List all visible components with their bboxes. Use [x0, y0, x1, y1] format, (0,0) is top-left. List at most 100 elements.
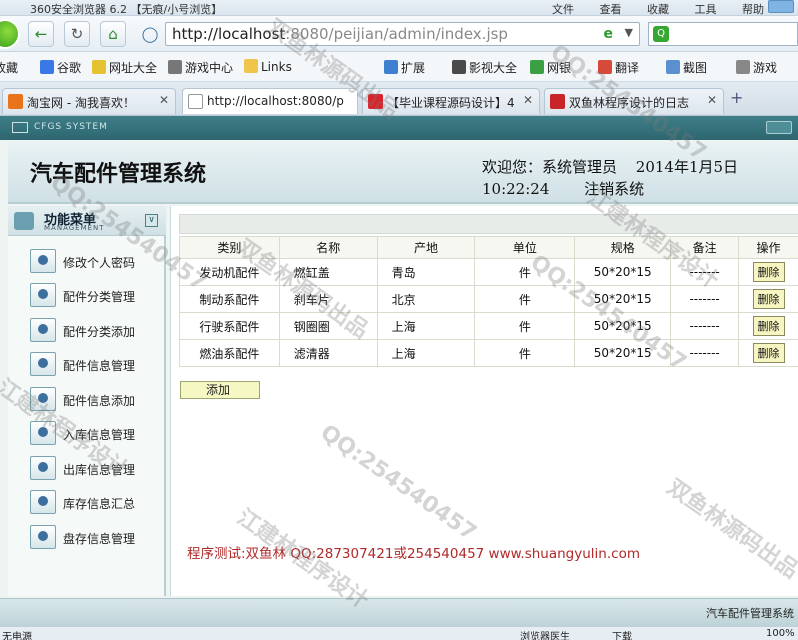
google-icon	[40, 60, 54, 74]
address-bar[interactable]: http://localhost:8080/peijian/admin/inde…	[165, 22, 640, 46]
bookmark-google[interactable]: 谷歌	[40, 59, 81, 76]
status-doctor[interactable]: 浏览器医生	[520, 628, 570, 640]
chevron-down-icon[interactable]: ▼	[625, 26, 633, 39]
blog-icon	[550, 94, 565, 109]
bookmark-screenshot[interactable]: 截图	[666, 59, 707, 76]
window-control-button[interactable]	[768, 0, 794, 13]
new-tab-icon[interactable]: +	[730, 88, 743, 107]
status-download[interactable]: 下载	[612, 628, 632, 640]
table-row: 燃油系配件 滤清器 上海 件 50*20*15 ------- 删除	[179, 339, 798, 367]
sidebar-item-inventory-summary[interactable]: 库存信息汇总	[8, 487, 166, 519]
table-row: 制动系配件 刹车片 北京 件 50*20*15 ------- 删除	[179, 285, 798, 313]
browser-navbar: ← ↻ ⌂ ◯ http://localhost:8080/peijian/ad…	[0, 16, 798, 52]
app-header: 汽车配件管理系统 欢迎您：系统管理员 2014年1月5日 10:22:24 注销…	[8, 142, 798, 204]
sidebar-item-stocktake[interactable]: 盘存信息管理	[8, 522, 166, 554]
date-text: 2014年1月5日	[635, 158, 739, 176]
bookmark-games[interactable]: 游戏中心	[168, 59, 233, 76]
bookmark-games2[interactable]: 游戏	[736, 59, 777, 76]
bookmark-links[interactable]: Links	[244, 59, 292, 74]
table-header-row: 类别 名称 产地 单位 规格 备注 操作	[179, 236, 798, 259]
tab-blog[interactable]: 双鱼林程序设计的日志 ✕	[544, 88, 724, 114]
bookmark-hao[interactable]: 网址大全	[92, 59, 157, 76]
bookmark-bank[interactable]: 网银	[530, 59, 571, 76]
back-arrow-icon: ←	[34, 25, 48, 43]
cell-category: 燃油系配件	[179, 339, 280, 367]
taobao-icon	[8, 94, 23, 109]
cell-unit: 件	[474, 285, 576, 313]
sidebar-item-stock-out[interactable]: 出库信息管理	[8, 453, 166, 485]
bookmark-translate[interactable]: 翻译	[598, 59, 639, 76]
browser-logo-icon	[0, 19, 20, 49]
collapse-icon[interactable]: ∨	[145, 214, 158, 227]
cell-note: -------	[670, 285, 740, 313]
user-icon	[30, 318, 56, 342]
browser-titlebar: 360安全浏览器 6.2 【无痕/小号浏览】 文件 查看 收藏 工具 帮助	[0, 0, 798, 16]
column-header: 单位	[474, 236, 576, 259]
footer-text: 汽车配件管理系统	[706, 607, 794, 620]
tab-biye[interactable]: 【毕业课程源码设计】4 ✕	[362, 88, 540, 114]
home-icon: ⌂	[108, 25, 118, 43]
app-window-button[interactable]	[766, 121, 792, 134]
menu-header-icon	[14, 212, 34, 230]
tab-localhost[interactable]: http://localhost:8080/p	[182, 88, 358, 114]
content-strip	[179, 214, 798, 234]
column-header: 产地	[376, 236, 476, 259]
back-button[interactable]: ←	[28, 21, 54, 47]
page-icon	[188, 94, 203, 109]
menu-file[interactable]: 文件	[552, 3, 574, 16]
tab-taobao[interactable]: 淘宝网 - 淘我喜欢！ ✕	[2, 88, 176, 114]
menu-help[interactable]: 帮助	[742, 3, 764, 16]
search-engine-icon[interactable]: Q	[653, 26, 669, 42]
status-zoom[interactable]: 100%	[766, 628, 795, 639]
bookmark-video[interactable]: 影视大全	[452, 59, 517, 76]
delete-button[interactable]: 删除	[752, 262, 785, 282]
time-text: 10:22:24	[482, 180, 550, 198]
cell-origin: 北京	[376, 285, 476, 313]
logout-link[interactable]: 注销系统	[584, 180, 644, 198]
sidebar: 功能菜单 MANAGEMENT ∨ 修改个人密码 配件分类管理 配件分类添加 配…	[8, 206, 166, 596]
sidebar-item-change-password[interactable]: 修改个人密码	[8, 246, 166, 278]
menu-favorites[interactable]: 收藏	[647, 3, 669, 16]
menu-view[interactable]: 查看	[600, 3, 622, 16]
close-icon[interactable]: ✕	[159, 93, 169, 107]
security-shield[interactable]: ◯	[137, 21, 163, 47]
cell-name: 燃缸盖	[278, 258, 378, 286]
sidebar-item-category-manage[interactable]: 配件分类管理	[8, 280, 166, 312]
home-button[interactable]: ⌂	[100, 21, 126, 47]
delete-button[interactable]: 删除	[752, 316, 785, 336]
close-icon[interactable]: ✕	[707, 93, 717, 107]
sidebar-item-stock-in[interactable]: 入库信息管理	[8, 418, 166, 450]
welcome-line: 欢迎您：系统管理员 2014年1月5日	[482, 156, 752, 177]
app-footer: 汽车配件管理系统	[0, 598, 798, 626]
user-icon	[30, 421, 56, 445]
bookmarks-bar: 收藏 谷歌 网址大全 游戏中心 Links 扩展 影视大全 网银 翻译 截图 游…	[0, 52, 798, 82]
add-button[interactable]: 添加	[180, 381, 260, 399]
ie-mode-icon[interactable]: e	[604, 26, 614, 42]
hao-icon	[92, 60, 106, 74]
browser-statusbar: 无电源 浏览器医生 下载 100%	[0, 626, 798, 640]
user-icon	[30, 283, 56, 307]
sidebar-item-part-add[interactable]: 配件信息添加	[8, 384, 166, 416]
refresh-button[interactable]: ↻	[64, 21, 90, 47]
search-input[interactable]: Q	[648, 22, 798, 46]
cell-spec: 50*20*15	[574, 285, 672, 313]
cell-note: -------	[670, 312, 740, 340]
column-header: 名称	[278, 236, 378, 259]
close-icon[interactable]: ✕	[523, 93, 533, 107]
cell-origin: 青岛	[376, 258, 476, 286]
shop-icon	[368, 94, 383, 109]
bookmark-extensions[interactable]: 扩展	[384, 59, 425, 76]
screenshot-icon	[666, 60, 680, 74]
sidebar-item-category-add[interactable]: 配件分类添加	[8, 315, 166, 347]
cell-action: 删除	[738, 285, 798, 313]
bookmark-favorites[interactable]: 收藏	[0, 59, 18, 76]
sidebar-subtitle: MANAGEMENT	[44, 224, 105, 232]
cell-spec: 50*20*15	[574, 258, 672, 286]
cell-category: 发动机配件	[179, 258, 280, 286]
sidebar-item-part-manage[interactable]: 配件信息管理	[8, 349, 166, 381]
page-title: 汽车配件管理系统	[30, 161, 207, 187]
welcome-text: 欢迎您：系统管理员	[482, 158, 618, 176]
menu-tools[interactable]: 工具	[695, 3, 717, 16]
delete-button[interactable]: 删除	[752, 343, 785, 363]
delete-button[interactable]: 删除	[752, 289, 785, 309]
